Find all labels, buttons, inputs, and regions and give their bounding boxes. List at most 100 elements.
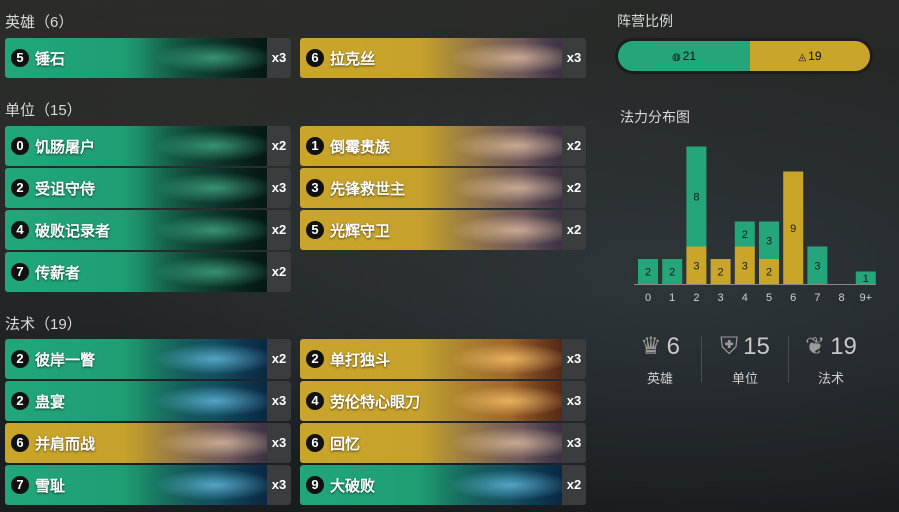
region-segment: ◍ 21 — [618, 41, 750, 71]
card-art — [432, 210, 562, 250]
bar-value-label: 3 — [693, 260, 699, 272]
card-art — [432, 381, 562, 421]
targon-icon: ◬ — [798, 52, 807, 63]
card-name: 锤石 — [35, 51, 66, 68]
mana-cost-badge: 1 — [306, 137, 324, 155]
card-count: x2 — [562, 210, 586, 250]
mana-cost-badge: 2 — [11, 392, 29, 410]
stat-divider — [701, 336, 702, 382]
x-tick-label: 8 — [839, 292, 845, 304]
bar-value-label: 3 — [742, 260, 748, 272]
spell-icon: ❦ — [805, 333, 826, 360]
card-name: 光辉守卫 — [330, 223, 391, 240]
card-name: 拉克丝 — [330, 51, 376, 68]
region-count: 19 — [808, 49, 822, 63]
x-tick-label: 0 — [645, 292, 651, 304]
card-spell[interactable]: 2 蛊宴 x3 — [5, 381, 291, 421]
card-unit[interactable]: 1 倒霉贵族 x2 — [300, 126, 586, 166]
mana-cost-badge: 2 — [11, 179, 29, 197]
card-art — [432, 168, 562, 208]
x-tick-label: 3 — [718, 292, 724, 304]
card-name: 传薪者 — [35, 265, 81, 282]
mana-cost-badge: 7 — [11, 476, 29, 494]
card-art — [432, 126, 562, 166]
card-spell[interactable]: 7 雪耻 x3 — [5, 465, 291, 505]
mana-cost-badge: 5 — [11, 49, 29, 67]
mana-curve-title: 法力分布图 — [620, 109, 690, 125]
card-name: 大破败 — [330, 478, 376, 495]
mana-cost-badge: 4 — [306, 392, 324, 410]
mana-cost-badge: 6 — [11, 434, 29, 452]
spell-count: 19 — [830, 333, 857, 360]
card-count: x2 — [267, 126, 291, 166]
card-count: x2 — [562, 465, 586, 505]
bar-value-label: 1 — [863, 273, 869, 285]
bar-value-label: 2 — [742, 229, 748, 241]
card-name: 雪耻 — [35, 478, 66, 495]
x-tick-label: 2 — [693, 292, 699, 304]
bar-value-label: 8 — [693, 192, 699, 204]
region-ratio-title: 阵营比例 — [617, 13, 673, 29]
card-art — [137, 168, 267, 208]
card-spell[interactable]: 6 并肩而战 x3 — [5, 423, 291, 463]
card-count: x2 — [562, 126, 586, 166]
mana-curve-chart: 2 0 2 1 3 8 2 2 3 3 2 4 2 3 5 9 6 3 7 8 1 9+ — [634, 146, 876, 304]
card-art — [137, 210, 267, 250]
stat-divider — [788, 336, 789, 382]
champion-icon: ♛ — [640, 333, 662, 360]
card-spell[interactable]: 4 劳伦特心眼刀 x3 — [300, 381, 586, 421]
card-spell[interactable]: 9 大破败 x2 — [300, 465, 586, 505]
card-unit[interactable]: 4 破败记录者 x2 — [5, 210, 291, 250]
x-tick-label: 6 — [790, 292, 796, 304]
card-unit[interactable]: 2 受诅守侍 x3 — [5, 168, 291, 208]
spell-stat: ❦ 19 法术 — [791, 332, 871, 387]
card-unit[interactable]: 3 先锋救世主 x2 — [300, 168, 586, 208]
card-art — [137, 339, 267, 379]
card-champion[interactable]: 6 拉克丝 x3 — [300, 38, 586, 78]
spell-label: 法术 — [817, 371, 844, 386]
card-unit[interactable]: 5 光辉守卫 x2 — [300, 210, 586, 250]
card-art — [137, 465, 267, 505]
bar-value-label: 2 — [718, 267, 724, 279]
card-name: 饥肠屠户 — [35, 139, 96, 156]
unit-icon: ⛨ — [720, 333, 739, 360]
card-count: x3 — [562, 339, 586, 379]
card-champion[interactable]: 5 锤石 x3 — [5, 38, 291, 78]
card-name: 破败记录者 — [35, 223, 111, 240]
card-art — [137, 38, 267, 78]
bar-value-label: 3 — [814, 260, 820, 272]
unit-stat: ⛨ 15 单位 — [705, 332, 785, 387]
x-tick-label: 1 — [669, 292, 675, 304]
x-tick-label: 4 — [742, 292, 748, 304]
mana-cost-badge: 3 — [306, 179, 324, 197]
x-tick-label: 7 — [814, 292, 820, 304]
card-count: x3 — [267, 38, 291, 78]
unit-label: 单位 — [731, 371, 758, 386]
card-name: 单打独斗 — [330, 352, 391, 369]
card-art — [137, 252, 267, 292]
region-segment: ◬ 19 — [750, 41, 870, 71]
card-name: 并肩而战 — [35, 436, 96, 453]
champion-label: 英雄 — [646, 371, 673, 386]
mana-cost-badge: 5 — [306, 221, 324, 239]
card-unit[interactable]: 7 传薪者 x2 — [5, 252, 291, 292]
card-name: 先锋救世主 — [330, 181, 406, 198]
card-name: 劳伦特心眼刀 — [330, 394, 421, 411]
bar-value-label: 2 — [669, 267, 675, 279]
card-art — [137, 423, 267, 463]
card-count: x3 — [267, 423, 291, 463]
card-art — [137, 381, 267, 421]
mana-cost-badge: 9 — [306, 476, 324, 494]
x-tick-label: 5 — [766, 292, 772, 304]
card-spell[interactable]: 2 彼岸一瞥 x2 — [5, 339, 291, 379]
card-count: x3 — [267, 381, 291, 421]
mana-cost-badge: 6 — [306, 434, 324, 452]
card-spell[interactable]: 2 单打独斗 x3 — [300, 339, 586, 379]
card-name: 彼岸一瞥 — [35, 352, 96, 369]
champion-count: 6 — [666, 333, 680, 360]
card-unit[interactable]: 0 饥肠屠户 x2 — [5, 126, 291, 166]
card-art — [432, 339, 562, 379]
mana-cost-badge: 2 — [306, 350, 324, 368]
bar-value-label: 2 — [645, 267, 651, 279]
card-spell[interactable]: 6 回忆 x3 — [300, 423, 586, 463]
